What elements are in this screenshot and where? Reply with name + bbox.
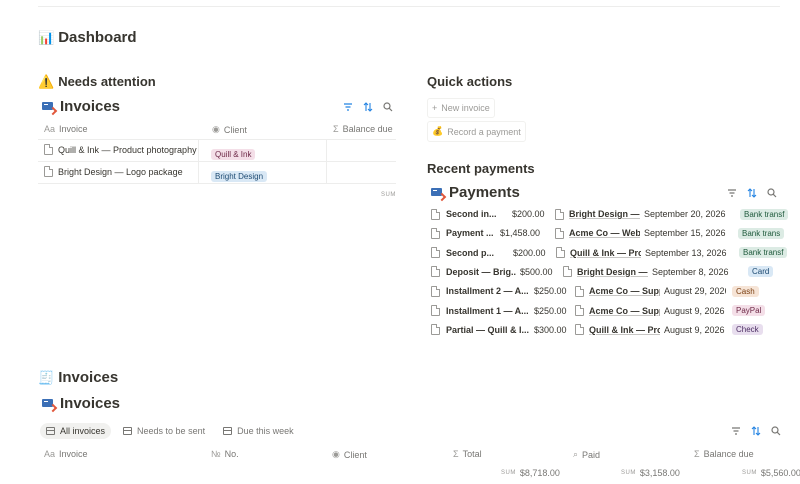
payment-method-tag: Bank transf [739,247,788,259]
page-icon [431,247,440,259]
page-icon [575,285,584,297]
col-header-invoice[interactable]: Aa Invoice [44,124,88,134]
sort-icon[interactable] [751,426,761,436]
view-tabs: All invoices Needs to be sent Due this w… [40,423,300,439]
search-icon[interactable] [767,188,777,198]
needs-attention-heading: ⚠️ Needs attention [38,74,156,89]
money-bag-icon: 💰 [432,126,444,136]
record-payment-button[interactable]: 💰 Record a payment [427,121,526,142]
tab-all-invoices[interactable]: All invoices [40,423,112,439]
payments-db-title[interactable]: Payments [431,184,520,202]
row-divider [38,161,396,162]
payment-row[interactable]: Second p...$200.00Quill & Ink — ProdSept… [431,245,800,261]
page-icon [431,208,440,220]
page-title: 📊 Dashboard [38,29,137,46]
page-icon [563,266,572,278]
col-header-invoice[interactable]: Aa Invoice [44,449,88,459]
invoices-toolbar [731,426,781,436]
invoice-link[interactable]: Bright Design — B [577,267,648,277]
row-divider [38,139,396,140]
search-icon: ⌕ [573,449,579,459]
payments-toolbar [727,188,777,198]
search-icon[interactable] [771,426,781,436]
client-tag: Bright Design [211,166,268,184]
payment-row[interactable]: Partial — Quill & I... $300.00 Quill & Ink… [431,322,800,338]
invoice-link[interactable]: Quill & Ink — Prod [589,325,660,335]
col-header-client[interactable]: ◉ Client [212,124,247,135]
page-icon [431,285,440,297]
filter-icon[interactable] [727,188,737,198]
sort-icon[interactable] [363,102,373,112]
new-invoice-button[interactable]: + New invoice [427,98,495,118]
table-row[interactable]: Quill & Ink — Product photography [44,144,197,155]
page-icon [44,144,53,155]
col-header-total[interactable]: Σ Total [453,449,482,459]
total-sum: SUM $8,718.00 [501,468,560,478]
table-icon [123,427,133,435]
sort-icon[interactable] [747,188,757,198]
payment-method-tag: Bank transf [740,208,789,220]
tab-due-this-week[interactable]: Due this week [217,423,300,439]
table-row[interactable]: Bright Design — Logo package [44,166,183,177]
receipt-icon: 🧾 [38,370,55,385]
payment-row[interactable]: Payment ...$1,458.00Acme Co — WebsiSepte… [431,225,800,241]
payment-method-tag: PayPal [732,305,766,316]
filter-icon[interactable] [731,426,741,436]
invoices-db-title[interactable]: Invoices [42,395,120,413]
page-icon [431,305,440,316]
page-icon [575,324,584,336]
top-divider [38,6,780,7]
invoice-db-icon [42,101,58,116]
warning-icon: ⚠️ [38,74,55,89]
page-icon [575,305,584,316]
balance-sum: SUM $5,560.00 [742,468,800,478]
chart-emoji-icon: 📊 [38,30,55,45]
invoice-link[interactable]: Acme Co — Websi [569,228,640,238]
col-header-paid[interactable]: ⌕ Paid [573,449,600,460]
needs-attention-db-title[interactable]: Invoices [42,98,120,116]
row-divider [38,183,396,184]
plus-icon: + [432,103,438,113]
search-icon[interactable] [383,102,393,112]
table-icon [46,427,55,435]
quick-actions-heading: Quick actions [427,74,513,89]
page-icon [44,166,53,177]
payment-method-tag: Card [748,266,774,278]
payments-db-icon [431,187,447,202]
page-icon [431,227,440,239]
payment-row[interactable]: Installment 1 — A... $250.00 Acme Co — Sup… [431,303,800,319]
payment-row[interactable]: Deposit — Brig... $500.00 Bright Design — … [431,264,800,280]
page-icon [431,266,440,278]
col-divider [326,140,327,184]
col-header-number[interactable]: № No. [211,449,239,459]
payment-row[interactable]: Second in...$200.00Bright Design — BSept… [431,206,800,222]
page-icon [431,324,440,336]
sum-label: SUM [381,192,396,198]
invoice-link[interactable]: Acme Co — Suppo [589,286,660,296]
page-icon [556,247,565,259]
col-header-balance-due[interactable]: Σ Balance due [333,124,397,134]
invoices-section-heading: 🧾 Invoices [38,369,119,386]
col-divider [198,140,199,184]
paid-sum: SUM $3,158.00 [621,468,680,478]
recent-payments-heading: Recent payments [427,161,535,176]
page-icon [555,208,564,220]
payment-row[interactable]: Installment 2 — A... $250.00 Acme Co — Sup… [431,283,800,299]
payment-method-tag: Check [732,324,763,336]
invoice-link[interactable]: Bright Design — B [569,209,640,219]
filter-icon[interactable] [343,102,353,112]
col-header-balance-due[interactable]: Σ Balance due [694,449,754,459]
payment-method-tag: Cash [732,285,759,297]
client-tag: Quill & Ink [211,144,256,162]
col-header-client[interactable]: ◉ Client [332,449,367,460]
invoice-link[interactable]: Acme Co — Suppo [589,306,660,316]
invoice-link[interactable]: Quill & Ink — Prod [570,248,641,258]
payment-method-tag: Bank trans [738,227,785,239]
page-icon [555,227,564,239]
table-icon [223,427,233,435]
invoice-db-icon [42,398,58,413]
tab-needs-to-be-sent[interactable]: Needs to be sent [117,423,211,439]
needs-attention-toolbar [343,102,393,112]
